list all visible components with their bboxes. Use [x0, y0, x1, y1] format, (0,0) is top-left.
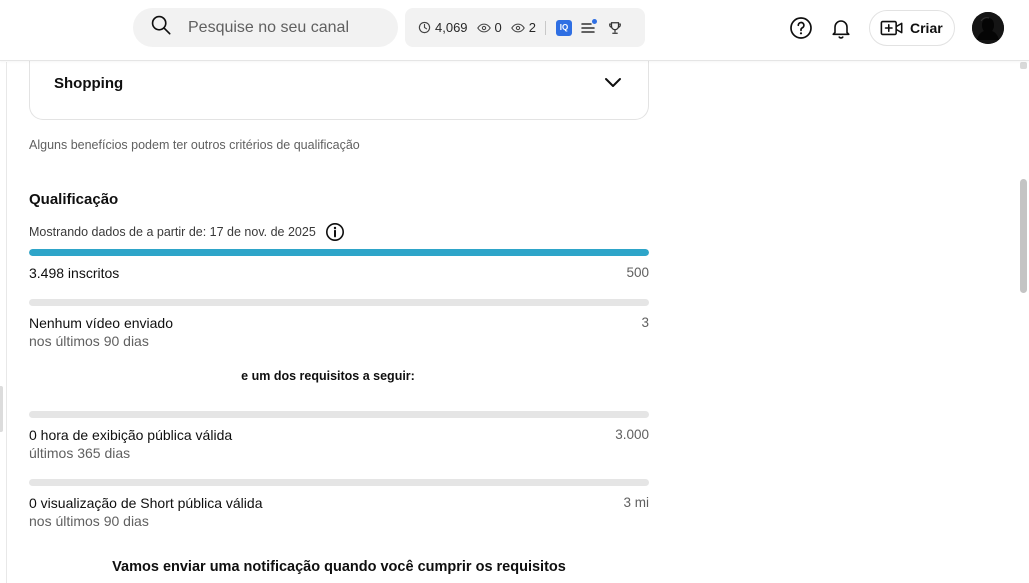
- channel-search-box[interactable]: [133, 8, 398, 47]
- second-views-value: 2: [528, 20, 537, 35]
- search-icon[interactable]: [150, 14, 172, 41]
- panel-handle[interactable]: [0, 386, 3, 432]
- watch-hours-target: 3.000: [615, 427, 649, 442]
- eye-icon: [476, 23, 491, 32]
- eye-icon: [510, 23, 525, 32]
- top-header: 4,069 0 2 IQ Criar: [0, 0, 1029, 61]
- notifications-button[interactable]: [823, 10, 859, 46]
- watching-stat[interactable]: 0: [476, 20, 502, 35]
- shorts-views-period: nos últimos 90 dias: [29, 513, 149, 529]
- either-requirement-text: e um dos requisitos a seguir:: [241, 369, 415, 383]
- uploads-target: 3: [641, 315, 649, 330]
- trophy-icon[interactable]: [608, 21, 622, 35]
- stats-divider: [545, 20, 547, 35]
- clock-icon: [418, 21, 431, 34]
- side-panel-edge: [0, 62, 7, 583]
- second-views-stat[interactable]: 2: [510, 20, 537, 35]
- shorts-views-progress-bar: [29, 479, 649, 486]
- create-button[interactable]: Criar: [869, 10, 955, 46]
- subscribers-target: 500: [626, 265, 649, 280]
- watch-hours-period: últimos 365 dias: [29, 445, 131, 461]
- notification-dot: [592, 18, 598, 24]
- help-button[interactable]: [783, 10, 819, 46]
- data-since-text: Mostrando dados de a partir de: 17 de no…: [29, 225, 316, 239]
- create-label: Criar: [910, 20, 943, 36]
- realtime-views-value: 4,069: [435, 20, 468, 35]
- subscribers-progress-bar: [29, 249, 649, 256]
- avatar[interactable]: [972, 12, 1004, 44]
- uploads-period: nos últimos 90 dias: [29, 333, 149, 349]
- watch-hours-progress-bar: [29, 411, 649, 418]
- info-icon[interactable]: [325, 222, 345, 242]
- page-scrollbar[interactable]: [1019, 60, 1029, 583]
- data-since-line: Mostrando dados de a partir de: 17 de no…: [29, 222, 345, 242]
- search-input[interactable]: [188, 18, 388, 37]
- list-menu-icon[interactable]: [581, 18, 598, 34]
- scrollbar-thumb[interactable]: [1020, 179, 1027, 293]
- extension-stats-bar[interactable]: 4,069 0 2 IQ: [405, 8, 645, 47]
- uploads-progress-bar: [29, 299, 649, 306]
- uploads-label: Nenhum vídeo enviado: [29, 315, 173, 331]
- realtime-views-stat[interactable]: 4,069: [418, 20, 468, 35]
- shopping-title: Shopping: [54, 75, 124, 92]
- bell-icon: [832, 20, 850, 39]
- extension-logo-icon[interactable]: IQ: [556, 19, 573, 36]
- subscribers-progress-fill: [29, 249, 649, 256]
- create-video-icon: [880, 20, 903, 36]
- subscribers-count: 3.498 inscritos: [29, 265, 120, 281]
- shorts-views-target: 3 mi: [623, 495, 649, 510]
- notification-message: Vamos enviar uma notificação quando você…: [112, 559, 566, 575]
- watch-hours-label: 0 hora de exibição pública válida: [29, 427, 233, 443]
- qualification-title: Qualificação: [29, 191, 119, 208]
- chevron-down-icon[interactable]: [604, 77, 622, 89]
- eligibility-note: Alguns benefícios podem ter outros crité…: [29, 138, 360, 152]
- help-icon: [790, 17, 812, 39]
- watching-value: 0: [494, 20, 502, 35]
- shorts-views-label: 0 visualização de Short pública válida: [29, 495, 263, 511]
